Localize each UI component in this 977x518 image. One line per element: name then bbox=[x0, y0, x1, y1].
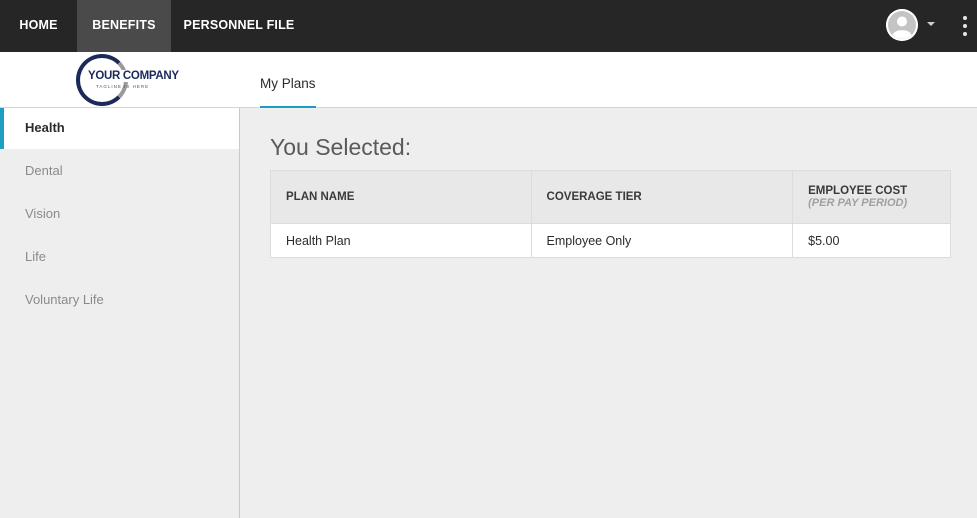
caret-down-icon[interactable] bbox=[927, 22, 935, 26]
sidebar-item-dental[interactable]: Dental bbox=[0, 151, 239, 192]
column-header-coverage-tier: COVERAGE TIER bbox=[530, 170, 794, 224]
logo-tagline: TAGLINE IS HERE bbox=[96, 84, 150, 89]
tab-my-plans[interactable]: My Plans bbox=[260, 76, 316, 108]
column-header-employee-cost: EMPLOYEE COST (PER PAY PERIOD) bbox=[792, 170, 951, 224]
cell-coverage-tier: Employee Only bbox=[530, 223, 794, 258]
company-logo: YOUR COMPANY TAGLINE IS HERE bbox=[76, 54, 180, 106]
cell-plan-name: Health Plan bbox=[270, 223, 532, 258]
table-header-row: PLAN NAME COVERAGE TIER EMPLOYEE COST (P… bbox=[270, 170, 951, 224]
cell-employee-cost: $5.00 bbox=[792, 223, 951, 258]
user-avatar-icon[interactable] bbox=[886, 9, 918, 41]
sidebar-item-vision[interactable]: Vision bbox=[0, 194, 239, 235]
logo-company-name: YOUR COMPANY bbox=[87, 70, 180, 82]
top-navigation-bar: HOME BENEFITS PERSONNEL FILE bbox=[0, 0, 977, 52]
nav-home[interactable]: HOME bbox=[0, 0, 77, 52]
nav-personnel-file[interactable]: PERSONNEL FILE bbox=[171, 0, 307, 52]
sidebar-item-voluntary-life[interactable]: Voluntary Life bbox=[0, 280, 239, 321]
employee-cost-header-label: EMPLOYEE COST bbox=[808, 185, 908, 197]
column-header-plan-name: PLAN NAME bbox=[270, 170, 532, 224]
table-row: Health Plan Employee Only $5.00 bbox=[270, 223, 951, 258]
sub-header: YOUR COMPANY TAGLINE IS HERE My Plans bbox=[0, 52, 977, 108]
employee-cost-header-sublabel: (PER PAY PERIOD) bbox=[808, 197, 908, 209]
sidebar: Health Dental Vision Life Voluntary Life bbox=[0, 108, 240, 518]
selected-plans-table: PLAN NAME COVERAGE TIER EMPLOYEE COST (P… bbox=[270, 170, 951, 258]
sidebar-item-life[interactable]: Life bbox=[0, 237, 239, 278]
page-title: You Selected: bbox=[270, 134, 412, 160]
sidebar-item-health[interactable]: Health bbox=[0, 108, 239, 149]
nav-benefits[interactable]: BENEFITS bbox=[77, 0, 171, 52]
more-vertical-icon[interactable] bbox=[959, 14, 971, 38]
